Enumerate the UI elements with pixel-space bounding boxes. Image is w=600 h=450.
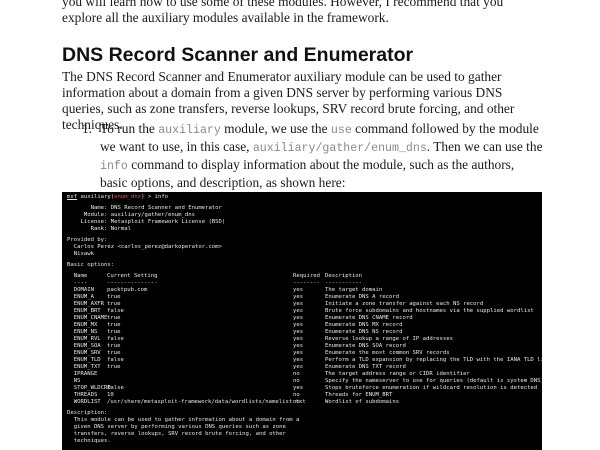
option-row: STOP_WLDCRD false yes Stops bruteforce enum…: [67, 385, 538, 391]
option-row: ENUM_BRT false yes Brute force subdomains a…: [67, 308, 534, 314]
option-row: ENUM_MX true yes Enumerate DNS MX record: [67, 322, 403, 328]
option-row: ENUM_NS true yes Enumerate DNS NS record: [67, 329, 403, 335]
inline-code: auxiliary: [158, 124, 221, 137]
info-line: Rank: Normal: [67, 226, 131, 232]
option-row: NS no Specify the nameserver to use for qu…: [67, 378, 542, 384]
terminal-prompt: msf auxiliary(enum_dns) > info: [67, 194, 169, 200]
intro-paragraph: you will learn how to use some of these …: [62, 0, 504, 25]
options-table: DOMAIN packtpub.com yes The target domain E…: [67, 287, 542, 406]
option-row: ENUM_AXFR true yes Initiate a zone transfer…: [67, 301, 484, 307]
inline-code: info: [100, 160, 128, 173]
basic-options-label: Basic options:: [67, 262, 115, 268]
option-row: ENUM_SOA true yes Enumerate DNS SOA record: [67, 343, 406, 349]
section-heading: DNS Record Scanner and Enumerator: [62, 44, 414, 66]
option-row: ENUM_RVL false yes Reverse lookup a range o…: [67, 336, 453, 342]
options-separator-row: ---- --------------- -------- -----------: [67, 280, 363, 286]
option-row: WORDLIST/usr/share/metasploit-framework/…: [67, 399, 400, 405]
option-row: ENUM_CNAME true yes Enumerate DNS CNAME rec…: [67, 315, 413, 321]
inline-code: auxiliary/gather/enum_dns: [252, 142, 427, 155]
step-text: command to display information about the…: [100, 157, 515, 190]
inline-code: use: [330, 124, 352, 137]
info-line: Module: auxiliary/gather/enum_dns: [67, 212, 195, 218]
book-page: you will learn how to use some of these …: [0, 0, 600, 450]
step-text: . Then we can use the: [426, 139, 543, 154]
provided-by-label: Provided by:: [67, 237, 108, 243]
description-line: techniques.: [67, 438, 111, 444]
option-row: ENUM_SRV true yes Enumerate the most common…: [67, 350, 450, 356]
step-1: 1. To run the auxiliary module, we use t…: [82, 121, 545, 191]
step-number: 1.: [82, 121, 93, 136]
option-row: IPRANGE no The target address range or CID…: [67, 371, 470, 377]
option-row: ENUM_A true yes Enumerate DNS A record: [67, 294, 400, 300]
info-line: Name: DNS Record Scanner and Enumerator: [67, 205, 222, 211]
option-row: DOMAIN packtpub.com yes The target domain: [67, 287, 383, 293]
step-text: module, we use the: [220, 121, 331, 136]
options-header-row: Name Current Setting Required Description: [67, 273, 363, 279]
option-row: THREADS 10 no Threads for ENUM_BRT: [67, 392, 393, 398]
description-line: given DNS server by performing various D…: [67, 424, 286, 430]
step-text: To run the: [100, 121, 159, 136]
author-line: Carlos Perez <carlos_perez@darkoperator.…: [67, 244, 222, 250]
terminal-screenshot: msf auxiliary(enum_dns) > info Name: DNS…: [62, 192, 542, 450]
option-row: ENUM_TLD false yes Perform a TLD expansion …: [67, 357, 542, 363]
description-line: transfers, reverse lookups, SRV record b…: [67, 431, 286, 437]
description-line: This module can be used to gather inform…: [67, 417, 300, 423]
info-line: License: Metasploit Framework License (B…: [67, 219, 226, 225]
author-line: Nixawk: [67, 251, 94, 257]
option-row: ENUM_TXT true yes Enumerate DNS TXT record: [67, 364, 406, 370]
description-label: Description:: [67, 410, 108, 416]
